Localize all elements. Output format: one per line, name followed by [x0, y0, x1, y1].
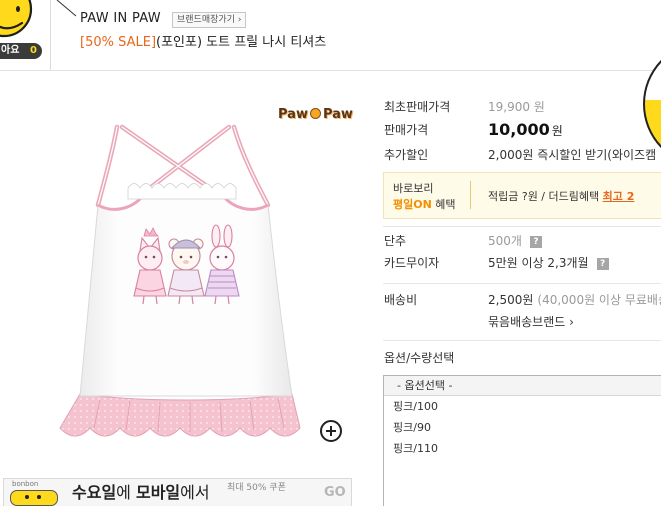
promo-highlight: 평일ON	[393, 198, 432, 211]
bundle-row: 묶음배송브랜드 ›	[383, 314, 661, 330]
sale-price-amount: 10,000	[488, 120, 550, 139]
mobile-coupon-banner[interactable]: bonbon 수요일에 모바일에서 최대 50% 쿠폰 GO	[3, 478, 352, 506]
headline-part: 에	[116, 483, 136, 502]
help-icon[interactable]: ?	[596, 258, 609, 270]
original-price-row: 최초판매가격 19,900 원	[383, 99, 661, 115]
option-item[interactable]: 핑크/100	[384, 396, 661, 417]
sale-price-label: 판매가격	[384, 123, 429, 137]
bottom-ruffle	[59, 393, 301, 437]
sale-price-row: 판매가격 10,000 원	[383, 120, 661, 140]
promo-suffix: 혜택	[431, 198, 456, 211]
banner-go-button[interactable]: GO	[324, 485, 346, 501]
like-count: 0	[30, 45, 37, 56]
stock-value-wrap: 500개?	[488, 233, 661, 249]
extra-discount-row: 추가할인 2,000원 즉시할인 받기(와이즈캠	[383, 147, 661, 163]
options-label: 옵션/수량선택	[384, 351, 455, 365]
neckline-frill	[127, 183, 237, 200]
option-placeholder[interactable]: - 옵션선택 -	[384, 376, 661, 396]
sale-price-value: 10,000 원	[488, 120, 661, 141]
sale-tag: [50% SALE]	[80, 35, 157, 50]
shipping-note: (40,000원 이상 무료배송	[537, 293, 661, 307]
divider	[383, 226, 661, 227]
promo-box: 바로보리 평일ON 혜택 적립금 ?원 / 더드림혜택 최고 2	[383, 172, 661, 219]
banner-headline: 수요일에 모바일에서	[72, 482, 210, 504]
logo-eye	[37, 495, 41, 499]
brand-logo-left: Paw	[278, 107, 308, 122]
bear-figure	[167, 238, 205, 305]
card-label: 카드무이자	[384, 256, 440, 270]
headline-part: 수요일	[72, 483, 117, 502]
shipping-value: 2,500원 (40,000원 이상 무료배송	[488, 292, 661, 308]
paw-icon	[309, 108, 321, 119]
card-value: 5만원 이상 2,3개월	[488, 256, 589, 270]
original-price-label: 최초판매가격	[384, 100, 451, 114]
headline-part: 에서	[180, 483, 210, 502]
divider	[383, 283, 661, 284]
stock-value: 500개	[488, 234, 522, 248]
banner-logo-text: bonbon	[12, 480, 39, 488]
extra-discount-label: 추가할인	[384, 148, 429, 162]
card-row: 카드무이자 5만원 이상 2,3개월?	[383, 255, 661, 271]
zoom-plus-vertical	[330, 426, 332, 436]
logo-eye	[25, 495, 29, 499]
brand-logo-right: Paw	[322, 107, 353, 122]
zoom-in-icon[interactable]	[320, 420, 342, 442]
extra-discount-link[interactable]: 2,000원 즉시할인 받기(와이즈캠	[488, 147, 661, 163]
option-item[interactable]: 핑크/110	[384, 438, 661, 459]
product-info-panel: 최초판매가격 19,900 원 판매가격 10,000 원 추가할인 2,000원…	[383, 0, 661, 506]
product-image[interactable]	[0, 75, 360, 470]
headline-part: 모바일	[135, 483, 181, 502]
brand-logo: Paw Paw	[278, 107, 353, 123]
option-select-list[interactable]: - 옵션선택 - 핑크/100 핑크/90 핑크/110	[383, 375, 661, 506]
brand-name-link[interactable]: PAW IN PAW	[80, 11, 161, 27]
header-divider-vertical	[50, 0, 51, 70]
stock-label: 단추	[384, 234, 407, 248]
promo-points-text: 적립금 ?원 / 더드림혜택	[488, 190, 603, 203]
banner-logo-icon	[10, 490, 58, 506]
shipping-label: 배송비	[384, 293, 418, 307]
smiley-mascot-icon	[0, 0, 33, 38]
like-button[interactable]: 아요 0	[0, 43, 42, 59]
brand-shop-button[interactable]: 브랜드매장가기 ›	[172, 12, 247, 28]
sale-price-unit: 원	[551, 124, 563, 138]
promo-best-link[interactable]: 최고 2	[603, 190, 635, 203]
shipping-row: 배송비 2,500원 (40,000원 이상 무료배송	[383, 292, 661, 308]
divider	[383, 340, 661, 341]
bundle-brand-link[interactable]: 묶음배송브랜드 ›	[488, 314, 661, 330]
original-price-value: 19,900 원	[488, 100, 545, 114]
help-icon[interactable]: ?	[529, 236, 542, 248]
banner-coupon-text: 최대 50% 쿠폰	[227, 483, 286, 493]
promo-divider	[470, 181, 471, 209]
stock-row: 단추 500개?	[383, 233, 661, 249]
shipping-fee: 2,500원	[488, 293, 534, 307]
promo-points: 적립금 ?원 / 더드림혜택 최고 2	[488, 190, 661, 204]
pointer-line	[56, 0, 77, 17]
promo-title: 바로보리	[393, 182, 434, 195]
options-row: 옵션/수량선택	[383, 350, 661, 366]
product-title: [50% SALE](포인포) 도트 프릴 나시 티셔츠	[80, 35, 326, 51]
promo-subtitle: 평일ON 혜택	[393, 198, 456, 212]
product-name: (포인포) 도트 프릴 나시 티셔츠	[156, 35, 327, 50]
card-value-wrap: 5만원 이상 2,3개월?	[488, 255, 661, 271]
like-label: 아요	[1, 45, 20, 56]
option-item[interactable]: 핑크/90	[384, 417, 661, 438]
